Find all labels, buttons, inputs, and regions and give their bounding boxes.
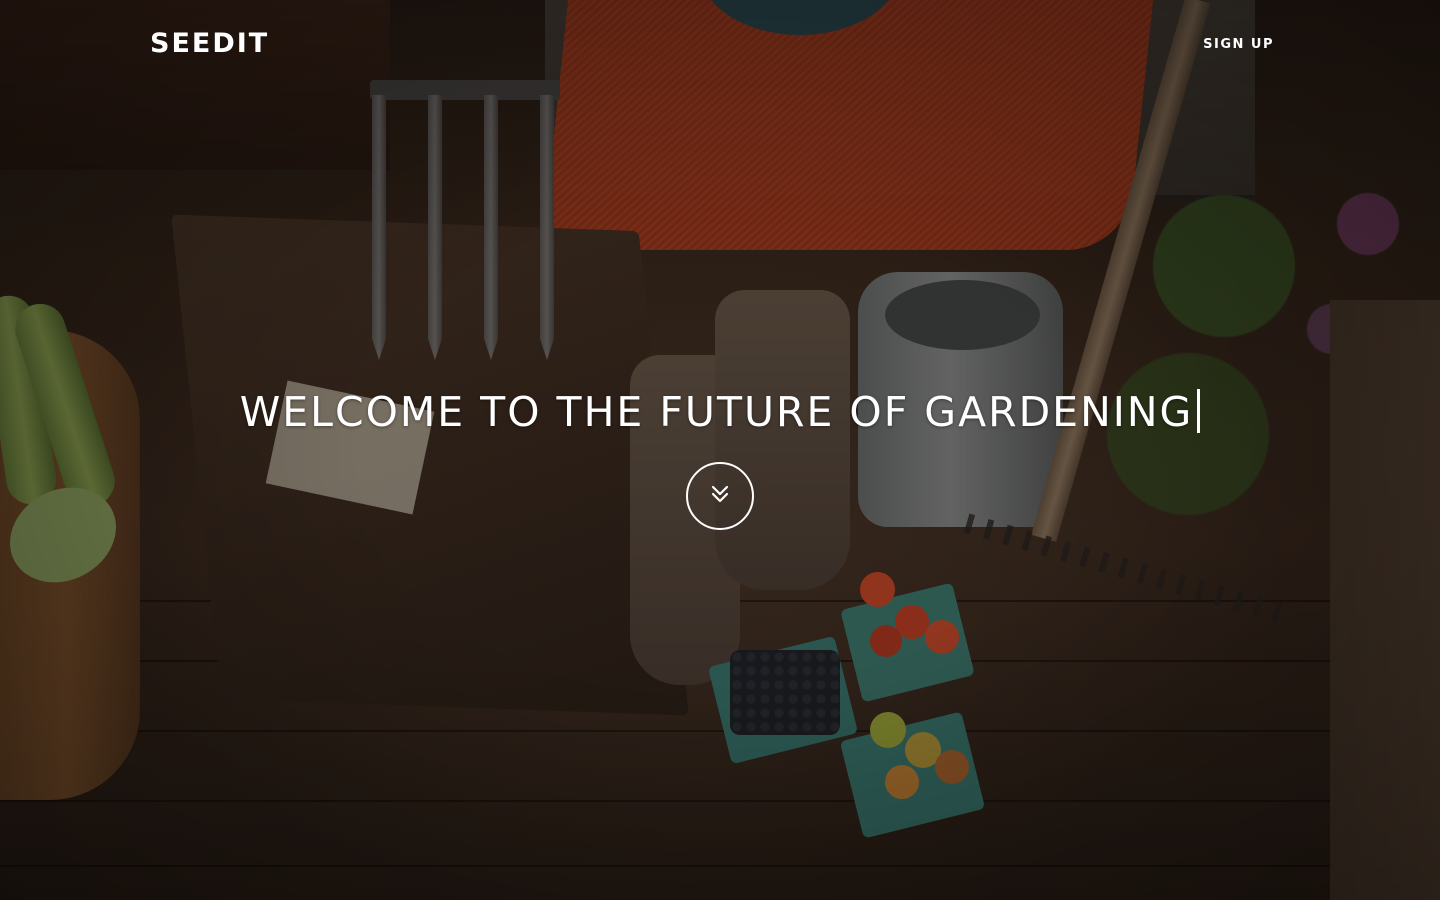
hero-section: SEEDIT SIGN UP WELCOME TO THE FUTURE OF …: [0, 0, 1440, 900]
typing-caret: [1197, 389, 1201, 433]
chevron-double-down-icon: [708, 482, 732, 510]
scroll-down-button[interactable]: [686, 462, 754, 530]
headline-container: WELCOME TO THE FUTURE OF GARDENING: [0, 388, 1440, 436]
brand-logo[interactable]: SEEDIT: [150, 28, 269, 59]
hero-headline: WELCOME TO THE FUTURE OF GARDENING: [240, 388, 1201, 436]
sign-up-link[interactable]: SIGN UP: [1203, 37, 1274, 52]
hero-background-image: [0, 0, 1440, 900]
hero-headline-text: WELCOME TO THE FUTURE OF GARDENING: [239, 388, 1194, 436]
